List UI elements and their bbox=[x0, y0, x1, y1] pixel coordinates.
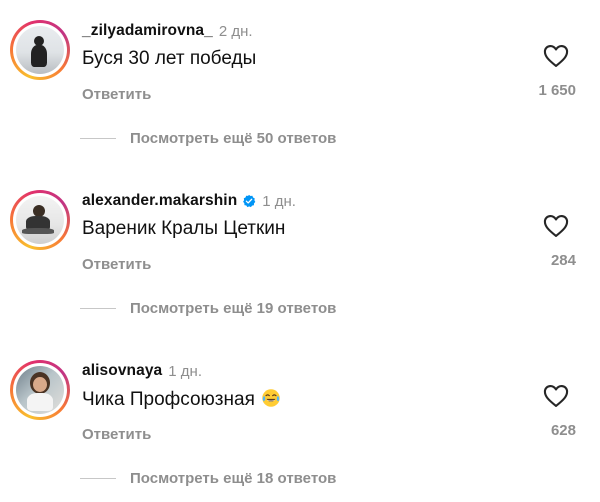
username[interactable]: _zilyadamirovna_ bbox=[82, 22, 213, 40]
reply-button[interactable]: Ответить bbox=[82, 86, 151, 103]
comment-text-body: Буся 30 лет победы bbox=[82, 48, 257, 69]
avatar-photo bbox=[16, 26, 64, 74]
comment-header: alisovnaya 1 дн. bbox=[82, 362, 202, 380]
comment-text: Вареник Кралы Цеткин bbox=[82, 218, 285, 240]
comment-text: Буся 30 лет победы bbox=[82, 48, 256, 70]
view-more-replies-label[interactable]: Посмотреть ещё 50 ответов bbox=[130, 130, 336, 147]
view-more-replies[interactable]: Посмотреть ещё 50 ответов bbox=[80, 130, 336, 147]
divider-line bbox=[80, 478, 116, 479]
timestamp: 2 дн. bbox=[218, 22, 253, 40]
view-more-replies[interactable]: Посмотреть ещё 18 ответов bbox=[80, 470, 336, 487]
view-more-replies-label[interactable]: Посмотреть ещё 19 ответов bbox=[130, 300, 336, 317]
avatar-photo bbox=[16, 196, 64, 244]
verified-badge-icon bbox=[243, 194, 256, 208]
comment-item: _zilyadamirovna_ 2 дн. Буся 30 лет побед… bbox=[0, 0, 600, 147]
divider-line bbox=[80, 138, 116, 139]
reply-button[interactable]: Ответить bbox=[82, 256, 151, 273]
view-more-replies[interactable]: Посмотреть ещё 19 ответов bbox=[80, 300, 336, 317]
comment-text-body: Чика Профсоюзная bbox=[82, 389, 255, 410]
avatar[interactable] bbox=[10, 20, 70, 80]
timestamp: 1 дн. bbox=[168, 362, 202, 380]
heart-icon[interactable] bbox=[541, 382, 571, 410]
like-count: 628 bbox=[550, 422, 576, 439]
timestamp: 1 дн. bbox=[262, 192, 296, 210]
username[interactable]: alexander.makarshin bbox=[82, 192, 237, 210]
comment-text: Чика Профсоюзная bbox=[82, 388, 281, 411]
avatar-photo bbox=[16, 366, 64, 414]
username[interactable]: alisovnaya bbox=[82, 362, 162, 380]
reply-button[interactable]: Ответить bbox=[82, 426, 151, 443]
face-with-tears-of-joy-icon bbox=[262, 389, 280, 407]
comment-text-body: Вареник Кралы Цеткин bbox=[82, 218, 286, 239]
comment-header: alexander.makarshin 1 дн. bbox=[82, 192, 296, 210]
divider-line bbox=[80, 308, 116, 309]
comment-header: _zilyadamirovna_ 2 дн. bbox=[82, 22, 253, 40]
heart-icon[interactable] bbox=[541, 42, 571, 70]
comment-item: alexander.makarshin 1 дн. Вареник Кралы … bbox=[0, 170, 600, 317]
like-count: 1 650 bbox=[538, 82, 576, 99]
heart-icon[interactable] bbox=[541, 212, 571, 240]
avatar[interactable] bbox=[10, 360, 70, 420]
view-more-replies-label[interactable]: Посмотреть ещё 18 ответов bbox=[130, 470, 336, 487]
comment-item: alisovnaya 1 дн. Чика Профсоюзная Ответи… bbox=[0, 340, 600, 487]
avatar[interactable] bbox=[10, 190, 70, 250]
like-count: 284 bbox=[550, 252, 576, 269]
